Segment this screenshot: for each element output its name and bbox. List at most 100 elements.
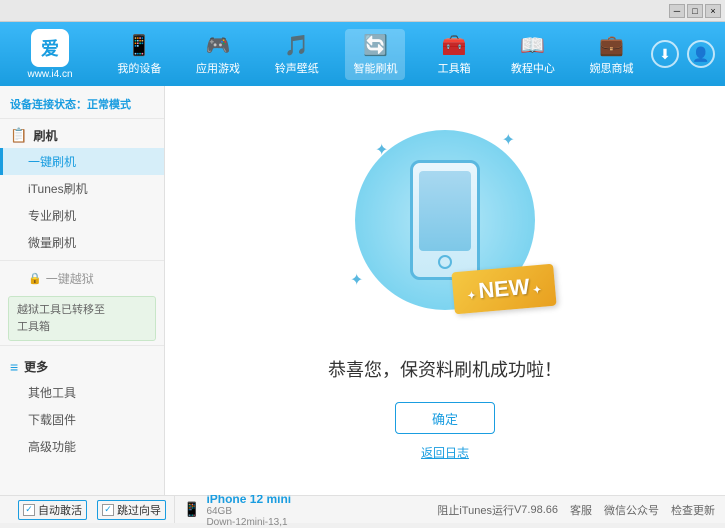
nav-label-store: 婉思商城 xyxy=(590,60,634,76)
status-label: 设备连接状态： xyxy=(10,99,87,111)
minimize-button[interactable]: ─ xyxy=(669,4,685,18)
advanced-label: 高级功能 xyxy=(28,440,76,454)
sidebar-item-itunes-flash[interactable]: iTunes刷机 xyxy=(0,175,164,202)
nav-label-tools: 工具箱 xyxy=(438,60,471,76)
auto-launch-checkbox[interactable]: ✓ 自动敢活 xyxy=(18,500,87,520)
sidebar: 设备连接状态：正常模式 📋 刷机 一键刷机 iTunes刷机 专业刷机 微量刷机 xyxy=(0,86,165,495)
sidebar-item-advanced[interactable]: 高级功能 xyxy=(0,433,164,460)
bottom-bar: ✓ 自动敢活 ✓ 跳过向导 📱 iPhone 12 mini 64GB Down… xyxy=(0,495,725,523)
user-button[interactable]: 👤 xyxy=(687,40,715,68)
sidebar-item-one-click-flash[interactable]: 一键刷机 xyxy=(0,148,164,175)
nav-label-app-games: 应用游戏 xyxy=(196,60,240,76)
bottom-checkboxes: ✓ 自动敢活 ✓ 跳过向导 xyxy=(10,496,175,523)
more-group-header: ≡ 更多 xyxy=(0,350,164,379)
confirm-button[interactable]: 确定 xyxy=(395,402,495,434)
again-link[interactable]: 返回日志 xyxy=(421,444,469,461)
divider-2 xyxy=(0,345,164,346)
check-update-button[interactable]: 检查更新 xyxy=(671,502,715,518)
version-label: V7.98.66 xyxy=(514,504,558,516)
jailbreak-info-box: 越狱工具已转移至工具箱 xyxy=(8,296,156,341)
nav-label-smart-flash: 智能刷机 xyxy=(353,60,397,76)
sidebar-item-download-firmware[interactable]: 下载固件 xyxy=(0,406,164,433)
success-message: 恭喜您，保资料刷机成功啦！ xyxy=(328,356,562,382)
sidebar-group-jailbreak: 🔒 一键越狱 越狱工具已转移至工具箱 xyxy=(0,265,164,341)
phone-shape xyxy=(410,160,480,280)
lock-icon: 🔒 xyxy=(28,272,42,285)
sparkle-2: ✦ xyxy=(502,130,515,150)
nav-label-tutorial: 教程中心 xyxy=(511,60,555,76)
sparkle-1: ✦ xyxy=(375,140,388,160)
nav-item-tools[interactable]: 🧰 工具箱 xyxy=(424,29,484,80)
nav-icon-ringtone: 🎵 xyxy=(284,33,309,58)
one-click-flash-label: 一键刷机 xyxy=(28,155,76,169)
itunes-status-text: 阻止iTunes运行 xyxy=(437,502,514,518)
divider-1 xyxy=(0,260,164,261)
nav-icon-smart-flash: 🔄 xyxy=(363,33,388,58)
nav-item-app-games[interactable]: 🎮 应用游戏 xyxy=(188,29,248,80)
nav-label-ringtone: 铃声壁纸 xyxy=(275,60,319,76)
device-storage: 64GB xyxy=(206,506,291,517)
flash-group-label: 刷机 xyxy=(33,127,57,144)
nav-label-my-device: 我的设备 xyxy=(117,60,161,76)
nav-item-ringtone[interactable]: 🎵 铃声壁纸 xyxy=(267,29,327,80)
nav-item-store[interactable]: 💼 婉思商城 xyxy=(582,29,642,80)
status-value: 正常模式 xyxy=(87,99,131,111)
logo[interactable]: 爱 www.i4.cn xyxy=(10,29,90,80)
device-info: iPhone 12 mini 64GB Down-12mini-13,1 xyxy=(206,492,291,528)
device-firmware: Down-12mini-13,1 xyxy=(206,517,291,528)
skip-wizard-checkbox[interactable]: ✓ 跳过向导 xyxy=(97,500,166,520)
nav-item-smart-flash[interactable]: 🔄 智能刷机 xyxy=(345,29,405,80)
connection-status: 设备连接状态：正常模式 xyxy=(0,90,164,119)
skip-wizard-label: 跳过向导 xyxy=(117,502,161,518)
nav-item-my-device[interactable]: 📱 我的设备 xyxy=(109,29,169,80)
main-content: NEW ✦ ✦ ✦ 恭喜您，保资料刷机成功啦！ 确定 返回日志 xyxy=(165,86,725,495)
sidebar-group-flash: 📋 刷机 一键刷机 iTunes刷机 专业刷机 微量刷机 xyxy=(0,119,164,256)
flash-group-header: 📋 刷机 xyxy=(0,119,164,148)
maximize-button[interactable]: □ xyxy=(687,4,703,18)
header: 爱 www.i4.cn 📱 我的设备 🎮 应用游戏 🎵 铃声壁纸 🔄 智能刷机 … xyxy=(0,22,725,86)
nav-icon-tools: 🧰 xyxy=(442,33,467,58)
sidebar-item-pro-flash[interactable]: 专业刷机 xyxy=(0,202,164,229)
jailbreak-info-text: 越狱工具已转移至工具箱 xyxy=(17,304,105,333)
itunes-flash-label: iTunes刷机 xyxy=(28,182,88,196)
device-section: 📱 iPhone 12 mini 64GB Down-12mini-13,1 xyxy=(175,492,437,528)
micro-flash-label: 微量刷机 xyxy=(28,236,76,250)
itunes-status: 阻止iTunes运行 xyxy=(437,502,514,518)
flash-group-icon: 📋 xyxy=(10,127,27,144)
nav-icon-tutorial: 📖 xyxy=(520,33,545,58)
header-right-buttons: ⬇ 👤 xyxy=(651,40,715,68)
sidebar-group-more: ≡ 更多 其他工具 下载固件 高级功能 xyxy=(0,350,164,460)
new-badge: NEW xyxy=(451,264,556,315)
nav-icon-my-device: 📱 xyxy=(127,33,152,58)
more-group-label: 更多 xyxy=(24,358,48,375)
download-firmware-label: 下载固件 xyxy=(28,413,76,427)
auto-launch-checkbox-box: ✓ xyxy=(23,504,35,516)
auto-launch-label: 自动敢活 xyxy=(38,502,82,518)
main-area: 设备连接状态：正常模式 📋 刷机 一键刷机 iTunes刷机 专业刷机 微量刷机 xyxy=(0,86,725,495)
phone-home-button xyxy=(438,255,452,269)
title-bar: ─ □ × xyxy=(0,0,725,22)
more-group-icon: ≡ xyxy=(10,359,18,375)
pro-flash-label: 专业刷机 xyxy=(28,209,76,223)
nav-bar: 📱 我的设备 🎮 应用游戏 🎵 铃声壁纸 🔄 智能刷机 🧰 工具箱 📖 教程中心… xyxy=(100,29,651,80)
bottom-right-items: V7.98.66 客服 微信公众号 检查更新 xyxy=(514,502,715,518)
jailbreak-locked-header: 🔒 一键越狱 xyxy=(0,265,164,292)
device-icon: 📱 xyxy=(183,501,200,518)
phone-screen xyxy=(419,171,471,251)
customer-service-link[interactable]: 客服 xyxy=(570,502,592,518)
sidebar-item-other-tools[interactable]: 其他工具 xyxy=(0,379,164,406)
sparkle-3: ✦ xyxy=(350,270,363,290)
logo-icon: 爱 xyxy=(31,29,69,67)
close-button[interactable]: × xyxy=(705,4,721,18)
nav-icon-store: 💼 xyxy=(599,33,624,58)
jailbreak-label: 一键越狱 xyxy=(46,270,94,287)
logo-url: www.i4.cn xyxy=(27,69,72,80)
skip-wizard-checkbox-box: ✓ xyxy=(102,504,114,516)
wechat-official-link[interactable]: 微信公众号 xyxy=(604,502,659,518)
nav-item-tutorial[interactable]: 📖 教程中心 xyxy=(503,29,563,80)
success-illustration: NEW ✦ ✦ ✦ xyxy=(345,120,545,340)
download-button[interactable]: ⬇ xyxy=(651,40,679,68)
other-tools-label: 其他工具 xyxy=(28,386,76,400)
nav-icon-app-games: 🎮 xyxy=(206,33,231,58)
sidebar-item-micro-flash[interactable]: 微量刷机 xyxy=(0,229,164,256)
